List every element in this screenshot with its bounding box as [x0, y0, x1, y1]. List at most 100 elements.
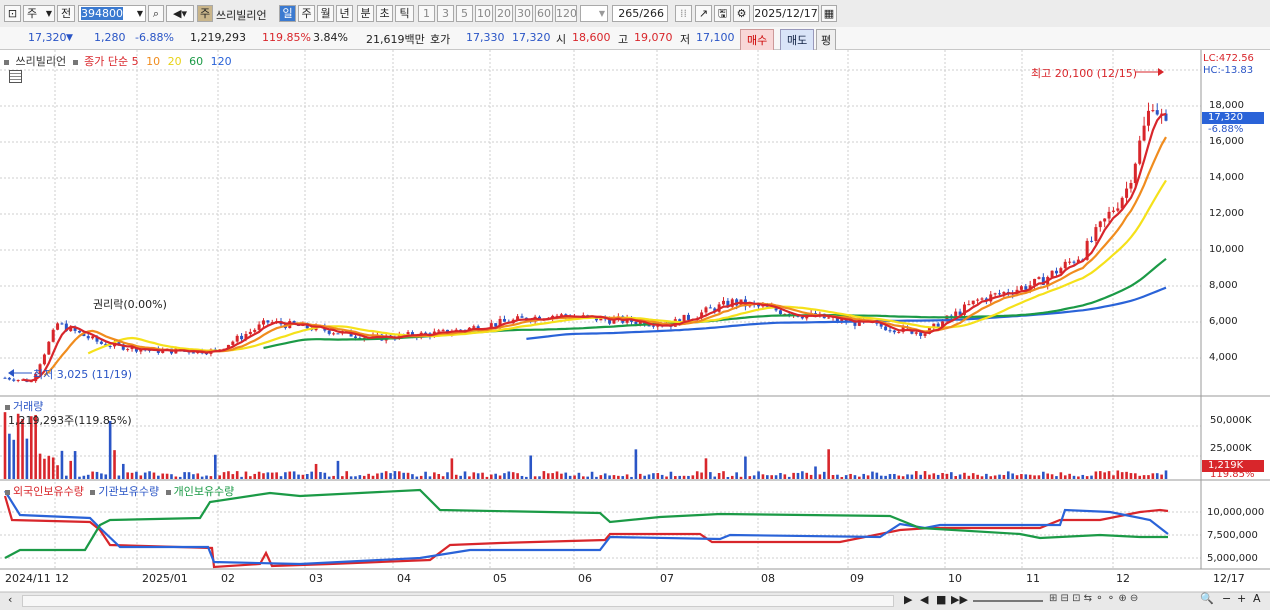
- scrollbar-track[interactable]: [22, 595, 894, 607]
- period-tab-day[interactable]: 일: [279, 5, 296, 22]
- interval-1[interactable]: 1: [418, 5, 435, 22]
- y-tick: 18,000: [1209, 100, 1244, 111]
- bar-icon[interactable]: ⁞⁞: [675, 5, 692, 22]
- minus-icon[interactable]: −: [1222, 592, 1231, 605]
- chart-legend: 쓰리빌리언 종가 단순 5 10 20 60 120: [4, 53, 232, 69]
- save-icon[interactable]: 🖫: [714, 5, 731, 22]
- candle-count-input[interactable]: 265/266: [612, 5, 668, 22]
- chart-canvas[interactable]: [0, 50, 1270, 610]
- calendar-icon[interactable]: ▦: [821, 5, 837, 22]
- period-tab-week[interactable]: 주: [298, 5, 315, 22]
- legend-box-icon: [72, 59, 78, 65]
- legend-foreign-holding[interactable]: 외국인보유수량: [13, 485, 84, 498]
- legend-ma-60[interactable]: 60: [189, 55, 203, 68]
- stock-code: 394800: [81, 7, 123, 20]
- volume-y-tick: 50,000K: [1210, 415, 1252, 426]
- volume-y-tick: 25,000K: [1210, 443, 1252, 454]
- interval-20[interactable]: 20: [495, 5, 513, 22]
- period-tab-minute[interactable]: 분: [357, 5, 374, 22]
- turnover-rate: 3.84%: [313, 31, 348, 44]
- interval-10[interactable]: 10: [475, 5, 493, 22]
- y-tick: 8,000: [1209, 280, 1238, 291]
- interval-5[interactable]: 5: [456, 5, 473, 22]
- y-tick: 6,000: [1209, 316, 1238, 327]
- eval-button[interactable]: 평: [816, 29, 837, 51]
- stock-code-input[interactable]: 394800 ▼: [78, 5, 146, 22]
- chevron-down-icon: ▼: [45, 9, 52, 18]
- forward-icon[interactable]: ▶▶: [951, 593, 968, 606]
- period-tab-tick[interactable]: 틱: [395, 5, 414, 22]
- buy-button[interactable]: 매수: [740, 29, 775, 51]
- legend-institution-holding[interactable]: 기관보유수량: [98, 485, 159, 498]
- date-input[interactable]: 2025/12/17: [753, 5, 819, 22]
- lc-value: LC:472.56: [1203, 53, 1254, 64]
- price-info-bar: 17,320 ▼ 1,280 -6.88% 1,219,293 119.85% …: [0, 27, 1270, 51]
- x-tick: 10: [948, 572, 962, 585]
- period-tab-month[interactable]: 월: [317, 5, 334, 22]
- high-label: 고: [618, 33, 629, 46]
- open-price: 18,600: [572, 31, 611, 44]
- holding-y-tick: 7,500,000: [1207, 530, 1258, 541]
- x-tick: 02: [221, 572, 235, 585]
- market-select[interactable]: 주 ▼: [23, 5, 55, 22]
- stock-name[interactable]: 쓰리빌리언: [216, 7, 267, 23]
- y-tick: 12,000: [1209, 208, 1244, 219]
- x-tick: 03: [309, 572, 323, 585]
- legend-individual-holding[interactable]: 개인보유수량: [174, 485, 235, 498]
- y-tick: 16,000: [1209, 136, 1244, 147]
- x-end-label: 12/17: [1213, 572, 1245, 585]
- draw-icon[interactable]: ↗: [695, 5, 712, 22]
- ask-price: 17,330: [466, 31, 505, 44]
- period-tab-second[interactable]: 초: [376, 5, 393, 22]
- prev-button[interactable]: 전: [57, 5, 75, 22]
- legend-box-icon: [5, 404, 10, 410]
- tool-icons[interactable]: ⊞ ⊟ ⊡ ⇆ ⚬ ⚬ ⊕ ⊖: [1049, 593, 1138, 604]
- y-tick: 14,000: [1209, 172, 1244, 183]
- scroll-left-icon[interactable]: ‹: [8, 593, 12, 606]
- candle-count: 265: [618, 7, 640, 20]
- current-price: 17,320: [28, 31, 67, 44]
- legend-ma-120[interactable]: 120: [211, 55, 232, 68]
- gear-icon[interactable]: ⚙: [733, 5, 750, 22]
- trade-amount: 21,619백만: [366, 33, 425, 46]
- interval-30[interactable]: 30: [515, 5, 533, 22]
- down-arrow-icon: ▼: [66, 33, 73, 43]
- legend-box-icon: [165, 489, 171, 495]
- period-tab-year[interactable]: 년: [336, 5, 353, 22]
- legend-stock-name[interactable]: 쓰리빌리언: [16, 55, 67, 68]
- candle-total: /266: [639, 7, 664, 20]
- speaker-icon[interactable]: ◀▾: [166, 5, 194, 22]
- interval-3[interactable]: 3: [437, 5, 454, 22]
- play-icon[interactable]: ▶: [904, 593, 912, 606]
- interval-60[interactable]: 60: [535, 5, 553, 22]
- legend-ma-20[interactable]: 20: [168, 55, 182, 68]
- stop-icon[interactable]: ■: [936, 593, 946, 606]
- font-size-icon[interactable]: A: [1253, 592, 1261, 605]
- plus-icon[interactable]: +: [1237, 592, 1246, 605]
- custom-interval-select[interactable]: ▼: [580, 5, 608, 22]
- legend-ma-10[interactable]: 10: [146, 55, 160, 68]
- market-label: 주: [27, 7, 38, 20]
- legend-ma-5[interactable]: 5: [132, 55, 139, 68]
- legend-box-icon: [5, 489, 10, 495]
- volume-last-pct: 119.85%: [1210, 469, 1255, 480]
- search-icon[interactable]: ⌕: [148, 5, 164, 22]
- legend-series[interactable]: 종가 단순: [84, 55, 128, 68]
- last-price-label: 17,320: [1208, 112, 1243, 123]
- zoom-in-icon[interactable]: 🔍: [1200, 592, 1214, 605]
- back-icon[interactable]: ◀: [920, 593, 928, 606]
- stock-type-badge: 주: [197, 5, 213, 22]
- layout-icon[interactable]: ⊡: [4, 5, 21, 22]
- chart-area[interactable]: 쓰리빌리언 종가 단순 5 10 20 60 120 LC:472.56 HC:…: [0, 50, 1270, 610]
- sell-button[interactable]: 매도: [780, 29, 815, 51]
- chevron-down-icon[interactable]: ▼: [137, 6, 143, 21]
- x-tick: 06: [578, 572, 592, 585]
- low-note: 최저 3,025 (11/19): [33, 368, 133, 381]
- x-tick: 04: [397, 572, 411, 585]
- high-price: 19,070: [634, 31, 673, 44]
- zoom-slider[interactable]: [973, 600, 1043, 602]
- table-icon[interactable]: [9, 70, 22, 83]
- holding-y-tick: 5,000,000: [1207, 553, 1258, 564]
- rights-note: 권리락(0.00%): [93, 298, 167, 311]
- interval-120[interactable]: 120: [555, 5, 577, 22]
